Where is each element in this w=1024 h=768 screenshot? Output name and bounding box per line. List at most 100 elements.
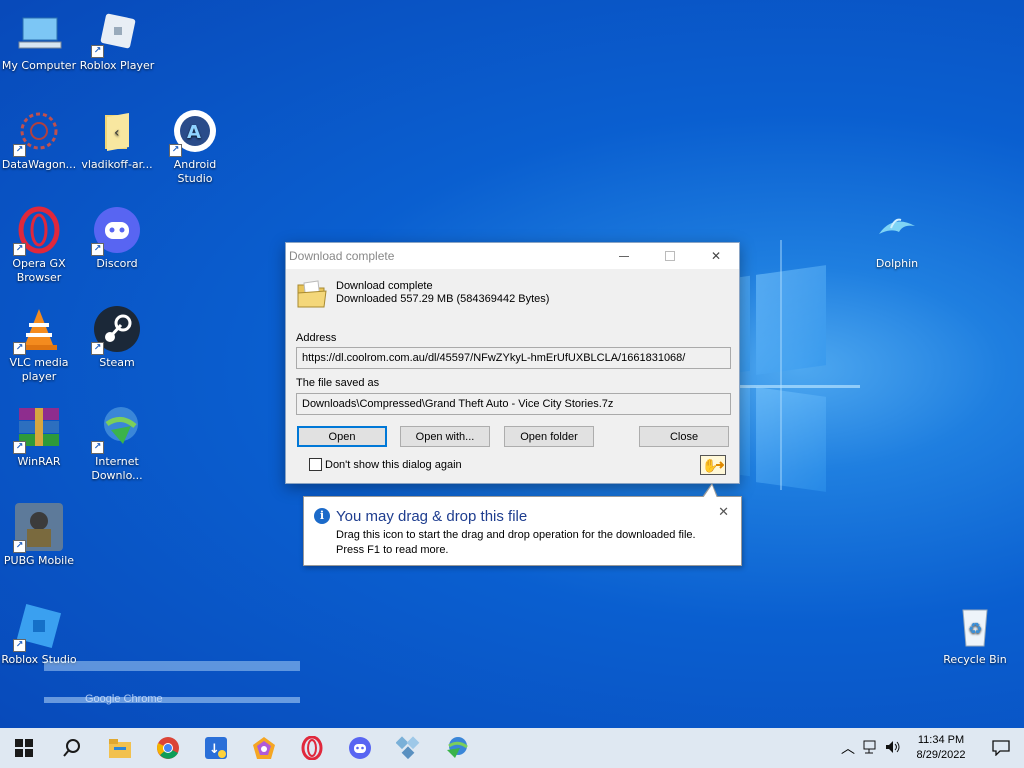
svg-text:A: A — [187, 122, 201, 143]
checkbox-label: Don't show this dialog again — [325, 458, 462, 471]
taskbar-internet-download-manager[interactable] — [432, 728, 480, 768]
desktop-icon-label: Android Studio — [173, 158, 217, 185]
address-field[interactable]: https://dl.coolrom.com.au/dl/45597/NFwZY… — [296, 347, 731, 369]
wallpaper-light-beam — [780, 240, 782, 490]
desktop-icon-discord[interactable]: ↗ Discord — [78, 206, 156, 271]
desktop-icon-datawagon[interactable]: ↗ DataWagon... — [0, 107, 78, 172]
desktop-icon-label: VLC media player — [9, 356, 69, 383]
close-icon: ✕ — [710, 249, 722, 263]
download-complete-dialog: Download complete ✕ Download complete Do… — [285, 242, 740, 484]
dont-show-again-checkbox[interactable]: Don't show this dialog again — [309, 458, 462, 471]
downloader-icon: ↓ — [205, 737, 227, 759]
minimize-button[interactable] — [601, 243, 647, 269]
discord-icon: ↗ — [91, 206, 141, 256]
info-icon: i — [314, 508, 330, 524]
tooltip-close-icon[interactable]: ✕ — [718, 504, 729, 520]
file-explorer-icon — [109, 739, 131, 758]
taskbar-file-explorer[interactable] — [96, 728, 144, 768]
taskbar-photo-app[interactable] — [240, 728, 288, 768]
desktop-icon-roblox-studio[interactable]: ↗ Roblox Studio — [0, 602, 78, 667]
desktop-icon-pubg-mobile[interactable]: ↗ PUBG Mobile — [0, 503, 78, 568]
desktop-icon-android-studio[interactable]: A ↗ Android Studio — [156, 107, 234, 186]
desktop-icon-recycle-bin[interactable]: ♻ Recycle Bin — [936, 602, 1014, 667]
shortcut-arrow-icon: ↗ — [13, 441, 26, 454]
desktop-icon-internet-download-manager[interactable]: ↗ Internet Downlo... — [78, 404, 156, 483]
checkbox-box[interactable] — [309, 458, 322, 471]
volume-icon[interactable] — [882, 740, 904, 757]
desktop-icon-vlc[interactable]: ↗ VLC media player — [0, 305, 78, 384]
open-with-button[interactable]: Open with... — [400, 426, 490, 447]
desktop-icon-steam[interactable]: ↗ Steam — [78, 305, 156, 370]
svg-text:♻: ♻ — [968, 619, 982, 638]
ghost-drag-highlight — [44, 697, 300, 703]
saved-as-label: The file saved as — [296, 377, 380, 389]
shortcut-arrow-icon: ↗ — [91, 441, 104, 454]
colorful-app-icon — [253, 737, 275, 759]
desktop-icon-label: DataWagon... — [1, 158, 77, 171]
desktop-icon-label: Steam — [99, 356, 135, 369]
shortcut-arrow-icon: ↗ — [91, 243, 104, 256]
saved-as-field[interactable]: Downloads\Compressed\Grand Theft Auto - … — [296, 393, 731, 415]
show-hidden-icons-chevron-icon[interactable]: ︿ — [836, 738, 860, 758]
svg-text:✋: ✋ — [702, 458, 718, 473]
folder-icon: ‹ — [93, 107, 141, 155]
desktop-icon-my-computer[interactable]: My Computer — [0, 8, 78, 73]
download-heading: Download complete — [336, 280, 433, 292]
shortcut-arrow-icon: ↗ — [13, 540, 26, 553]
dialog-titlebar[interactable]: Download complete ✕ — [286, 243, 739, 269]
shortcut-arrow-icon: ↗ — [13, 342, 26, 355]
desktop-icon-roblox-player[interactable]: ↗ Roblox Player — [78, 8, 156, 73]
desktop-icon-winrar[interactable]: ↗ WinRAR — [0, 404, 78, 469]
taskbar-discord[interactable] — [336, 728, 384, 768]
svg-text:‹: ‹ — [114, 125, 120, 141]
drag-drop-tooltip: i You may drag & drop this file ✕ Drag t… — [303, 483, 742, 566]
network-icon[interactable] — [860, 740, 882, 757]
taskbar-chrome[interactable] — [144, 728, 192, 768]
dolphin-icon — [873, 206, 921, 254]
shortcut-arrow-icon: ↗ — [169, 144, 182, 157]
open-folder-icon — [296, 279, 328, 309]
tooltip-line: Drag this icon to start the drag and dro… — [336, 529, 696, 541]
steam-icon: ↗ — [91, 305, 141, 355]
network-app-icon — [396, 736, 420, 760]
notification-center-button[interactable] — [978, 740, 1024, 756]
android-studio-icon: A ↗ — [169, 107, 219, 157]
taskbar-idm-helper[interactable]: ↓ — [192, 728, 240, 768]
tooltip-title: You may drag & drop this file — [336, 508, 528, 525]
close-button[interactable]: Close — [639, 426, 729, 447]
desktop-icon-label: PUBG Mobile — [3, 554, 75, 567]
taskbar: ↓ ︿ 11:34 PM 8/29/2022 — [0, 728, 1024, 768]
idm-icon — [447, 737, 468, 758]
desktop-icon-label: Recycle Bin — [943, 653, 1007, 666]
open-button[interactable]: Open — [297, 426, 387, 447]
desktop-icon-vladikoff-folder[interactable]: ‹ vladikoff-ar... — [78, 107, 156, 172]
close-window-button[interactable]: ✕ — [693, 243, 739, 269]
desktop-icon-dolphin[interactable]: Dolphin — [858, 206, 936, 271]
drag-drop-file-icon[interactable]: ✋ — [700, 455, 726, 475]
chrome-icon — [157, 737, 179, 759]
desktop-icon-label: vladikoff-ar... — [81, 158, 153, 171]
taskbar-opera-gx[interactable] — [288, 728, 336, 768]
desktop-icon-label: Dolphin — [875, 257, 919, 270]
discord-icon — [349, 737, 371, 759]
ghost-drag-highlight — [44, 661, 300, 671]
search-icon — [63, 739, 80, 757]
clock[interactable]: 11:34 PM 8/29/2022 — [904, 733, 978, 763]
desktop-icon-label: WinRAR — [17, 455, 61, 468]
system-tray: ︿ 11:34 PM 8/29/2022 — [836, 728, 1024, 768]
vlc-icon: ↗ — [13, 305, 63, 355]
start-button[interactable] — [0, 728, 48, 768]
windows-start-icon — [15, 739, 33, 757]
roblox-studio-icon: ↗ — [13, 602, 63, 652]
opera-gx-icon — [301, 736, 323, 760]
taskbar-network-app[interactable] — [384, 728, 432, 768]
tooltip-line: Press F1 to read more. — [336, 544, 449, 556]
maximize-icon — [665, 251, 675, 261]
desktop-icon-label: My Computer — [1, 59, 77, 72]
shortcut-arrow-icon: ↗ — [13, 144, 26, 157]
open-folder-button[interactable]: Open folder — [504, 426, 594, 447]
desktop-icon-opera-gx[interactable]: ↗ Opera GX Browser — [0, 206, 78, 285]
desktop-icon-label: Internet Downlo... — [91, 455, 143, 482]
search-button[interactable] — [48, 728, 96, 768]
idm-icon: ↗ — [91, 404, 141, 454]
